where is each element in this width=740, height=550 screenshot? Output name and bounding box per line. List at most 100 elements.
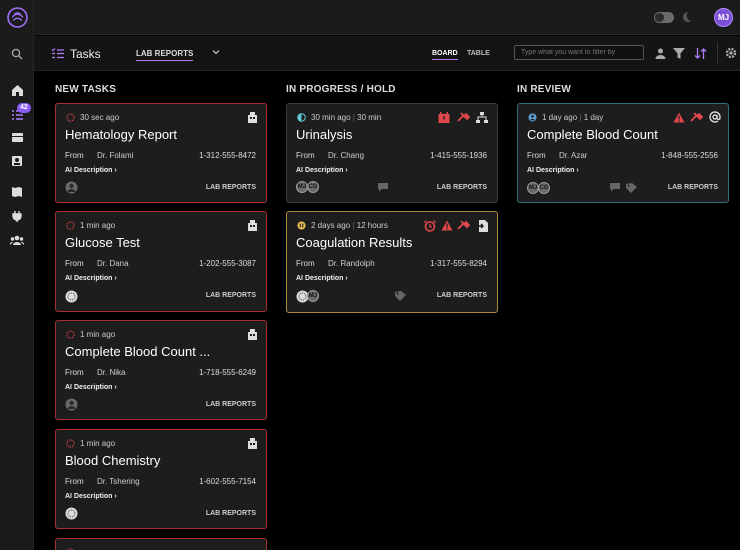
- from-label: From: [65, 259, 84, 268]
- task-card[interactable]: [55, 538, 267, 550]
- task-card[interactable]: 1 min ago Complete Blood Count ... From …: [55, 320, 267, 420]
- task-card[interactable]: 30 min ago | 30 min Urinalysis From Dr. …: [286, 103, 498, 203]
- ai-description-link[interactable]: AI Description ›: [65, 167, 117, 174]
- phone-number: 1-848-555-2556: [661, 151, 718, 160]
- phone-number: 1-415-555-1936: [430, 151, 487, 160]
- filter-icon[interactable]: [673, 48, 685, 59]
- tab-table[interactable]: TABLE: [467, 50, 490, 57]
- ai-description-link[interactable]: AI Description ›: [65, 275, 117, 282]
- card-time: 1 min ago: [80, 221, 116, 230]
- time-ago: 2 days ago: [311, 221, 351, 230]
- duration: 1 day: [583, 113, 604, 122]
- new-status-icon: [66, 330, 75, 339]
- comment-icon[interactable]: [609, 182, 621, 192]
- task-card[interactable]: 30 sec ago Hematology Report From Dr. Fo…: [55, 103, 267, 203]
- app-logo-icon[interactable]: [7, 7, 28, 28]
- ai-description-link[interactable]: AI Description ›: [65, 493, 117, 500]
- task-card[interactable]: 1 day ago | 1 day Complete Blood Count F…: [517, 103, 729, 203]
- phone-number: 1-202-555-3087: [199, 259, 256, 268]
- task-card[interactable]: 1 min ago Glucose Test From Dr. Dana 1-2…: [55, 211, 267, 312]
- tab-board[interactable]: BOARD: [432, 50, 458, 60]
- task-card[interactable]: 1 min ago Blood Chemistry From Dr. Tsher…: [55, 429, 267, 529]
- doctor-name: Dr. Folami: [97, 151, 134, 160]
- column-header-in-review: IN REVIEW: [517, 84, 572, 95]
- gear-icon[interactable]: [725, 47, 737, 59]
- column-header-new: NEW TASKS: [55, 84, 117, 95]
- theme-toggle[interactable]: [654, 12, 674, 23]
- tasks-list-icon: [51, 48, 64, 59]
- from-label: From: [527, 151, 546, 160]
- doctor-name: Dr. Randolph: [328, 259, 375, 268]
- search-icon[interactable]: [7, 44, 27, 64]
- category-tag: LAB REPORTS: [205, 401, 256, 408]
- ai-description-label: AI Description: [65, 167, 113, 174]
- unassigned-avatar-icon[interactable]: [65, 398, 78, 411]
- assignee-avatar[interactable]: CG: [307, 181, 319, 193]
- person-icon[interactable]: [655, 48, 666, 59]
- category-tag: LAB REPORTS: [205, 510, 256, 517]
- map-icon[interactable]: [7, 182, 27, 202]
- home-icon[interactable]: [7, 80, 27, 100]
- team-icon[interactable]: [7, 230, 27, 250]
- duration: 12 hours: [356, 221, 388, 230]
- phone-number: 1-718-555-6249: [199, 368, 256, 377]
- priority-key-icon: [690, 112, 703, 122]
- chevron-down-icon[interactable]: [212, 48, 220, 56]
- ai-description-link[interactable]: AI Description ›: [527, 167, 579, 174]
- review-status-icon: [528, 113, 537, 122]
- card-title: Complete Blood Count ...: [65, 344, 211, 359]
- assignee-avatar[interactable]: CG: [538, 182, 550, 194]
- priority-key-icon: [457, 220, 470, 230]
- card-time: 1 day ago | 1 day: [542, 113, 604, 122]
- task-card[interactable]: 2 days ago | 12 hours Coagulation Result…: [286, 211, 498, 313]
- user-avatar[interactable]: MJ: [714, 8, 733, 27]
- doctor-name: Dr. Chang: [328, 151, 365, 160]
- time-ago: 30 min ago: [311, 113, 351, 122]
- left-nav-rail: 42: [0, 0, 34, 550]
- comment-icon[interactable]: [377, 182, 389, 192]
- view-select[interactable]: LAB REPORTS: [136, 49, 194, 61]
- page-title: Tasks: [70, 47, 101, 61]
- card-time: 30 sec ago: [80, 113, 120, 122]
- board-toolbar: Tasks LAB REPORTS BOARD TABLE: [34, 36, 740, 71]
- contacts-icon[interactable]: [7, 151, 27, 171]
- document-transfer-icon: [477, 220, 488, 232]
- hold-status-icon: [297, 221, 306, 230]
- group-avatar-icon[interactable]: [65, 507, 78, 520]
- new-status-icon: [66, 113, 75, 122]
- unassigned-avatar-icon[interactable]: [65, 181, 78, 194]
- warning-icon: [441, 220, 453, 231]
- ai-description-link[interactable]: AI Description ›: [296, 275, 348, 282]
- tag-icon[interactable]: [626, 183, 638, 193]
- doctor-name: Dr. Azar: [559, 151, 588, 160]
- ai-description-label: AI Description: [65, 493, 113, 500]
- tag-icon[interactable]: [395, 291, 407, 301]
- ai-description-label: AI Description: [296, 167, 344, 174]
- group-avatar-icon[interactable]: [65, 290, 78, 303]
- new-status-icon: [66, 439, 75, 448]
- category-tag: LAB REPORTS: [436, 184, 487, 191]
- phone-number: 1-602-555-7154: [199, 477, 256, 486]
- phone-number: 1-312-555-8472: [199, 151, 256, 160]
- moon-icon: [683, 12, 691, 22]
- from-label: From: [296, 259, 315, 268]
- column-header-in-progress: IN PROGRESS / HOLD: [286, 84, 396, 95]
- card-title: Coagulation Results: [296, 235, 413, 250]
- ai-description-link[interactable]: AI Description ›: [65, 384, 117, 391]
- plug-icon[interactable]: [7, 206, 27, 226]
- filter-input[interactable]: [514, 45, 644, 60]
- tasks-count-badge: 42: [17, 103, 31, 113]
- lab-building-icon: [248, 438, 257, 449]
- ai-description-label: AI Description: [296, 275, 344, 282]
- from-label: From: [65, 151, 84, 160]
- assignee-avatar[interactable]: MJ: [307, 290, 319, 302]
- alarm-clock-icon: [424, 220, 436, 232]
- inbox-icon[interactable]: [7, 127, 27, 147]
- ai-description-link[interactable]: AI Description ›: [296, 167, 348, 174]
- ai-description-label: AI Description: [527, 167, 575, 174]
- card-title: Complete Blood Count: [527, 127, 658, 142]
- category-tag: LAB REPORTS: [667, 184, 718, 191]
- duration: 30 min: [357, 113, 382, 122]
- category-tag: LAB REPORTS: [205, 292, 256, 299]
- sort-icon[interactable]: [694, 47, 707, 60]
